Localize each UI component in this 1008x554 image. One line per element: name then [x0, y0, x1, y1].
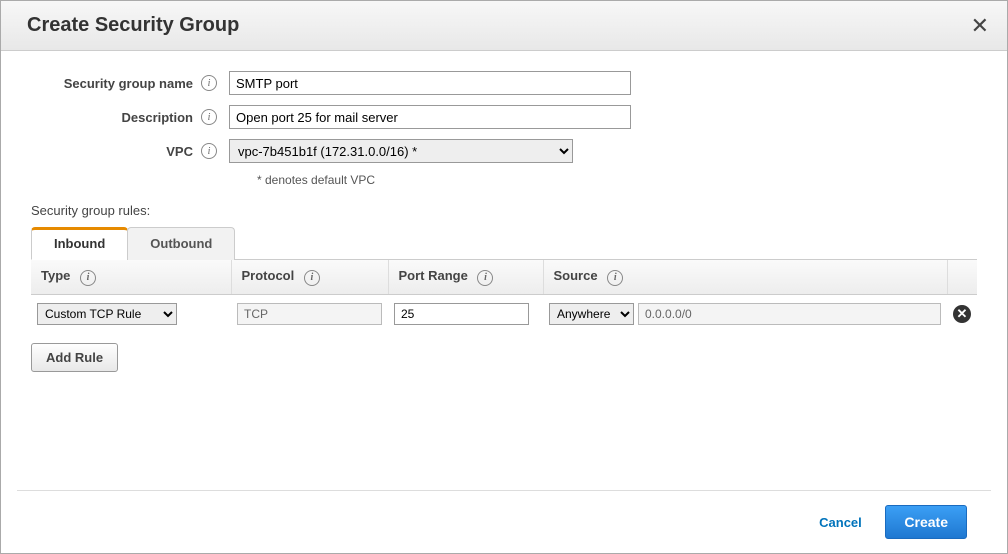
info-icon[interactable]: i	[201, 109, 217, 125]
info-icon[interactable]: i	[80, 270, 96, 286]
security-group-name-input[interactable]	[229, 71, 631, 95]
dialog-header: Create Security Group ✕	[1, 1, 1007, 51]
rules-section-label: Security group rules:	[31, 203, 977, 218]
tab-outbound[interactable]: Outbound	[127, 227, 235, 260]
header-source-text: Source	[554, 268, 598, 283]
dialog-body: Security group name i Description i VPC …	[1, 51, 1007, 372]
create-security-group-dialog: Create Security Group ✕ Security group n…	[0, 0, 1008, 554]
header-protocol-text: Protocol	[242, 268, 295, 283]
remove-rule-icon[interactable]: ✕	[953, 305, 971, 323]
info-icon[interactable]: i	[607, 270, 623, 286]
header-source: Source i	[543, 260, 947, 294]
row-group-name: Security group name i	[31, 71, 977, 95]
rules-tabs: Inbound Outbound	[31, 226, 977, 260]
add-rule-button[interactable]: Add Rule	[31, 343, 118, 372]
rule-type-select[interactable]: Custom TCP Rule	[37, 303, 177, 325]
rule-protocol-field: TCP	[237, 303, 382, 325]
label-vpc: VPC	[31, 144, 201, 159]
info-icon[interactable]: i	[201, 75, 217, 91]
info-icon[interactable]: i	[477, 270, 493, 286]
label-group-name: Security group name	[31, 76, 201, 91]
description-input[interactable]	[229, 105, 631, 129]
close-icon[interactable]: ✕	[971, 15, 989, 37]
header-remove	[947, 260, 977, 294]
dialog-title: Create Security Group	[27, 14, 239, 37]
info-icon[interactable]: i	[201, 143, 217, 159]
header-protocol: Protocol i	[231, 260, 388, 294]
rule-port-range-input[interactable]	[394, 303, 529, 325]
header-port-range: Port Range i	[388, 260, 543, 294]
header-type: Type i	[31, 260, 231, 294]
rule-source-value-input[interactable]	[638, 303, 941, 325]
dialog-footer: Cancel Create	[17, 490, 991, 553]
create-button[interactable]: Create	[885, 505, 967, 539]
info-icon[interactable]: i	[304, 270, 320, 286]
row-description: Description i	[31, 105, 977, 129]
header-type-text: Type	[41, 268, 70, 283]
rule-source-mode-select[interactable]: Anywhere	[549, 303, 634, 325]
tab-inbound[interactable]: Inbound	[31, 227, 128, 260]
label-description: Description	[31, 110, 201, 125]
table-row: Custom TCP Rule TCP Anywhere	[31, 294, 977, 333]
header-port-text: Port Range	[399, 268, 468, 283]
cancel-button[interactable]: Cancel	[819, 515, 862, 530]
row-vpc: VPC i vpc-7b451b1f (172.31.0.0/16) *	[31, 139, 977, 163]
vpc-hint: * denotes default VPC	[257, 173, 977, 187]
vpc-select[interactable]: vpc-7b451b1f (172.31.0.0/16) *	[229, 139, 573, 163]
rules-table: Type i Protocol i Port Range i Source i	[31, 260, 977, 333]
